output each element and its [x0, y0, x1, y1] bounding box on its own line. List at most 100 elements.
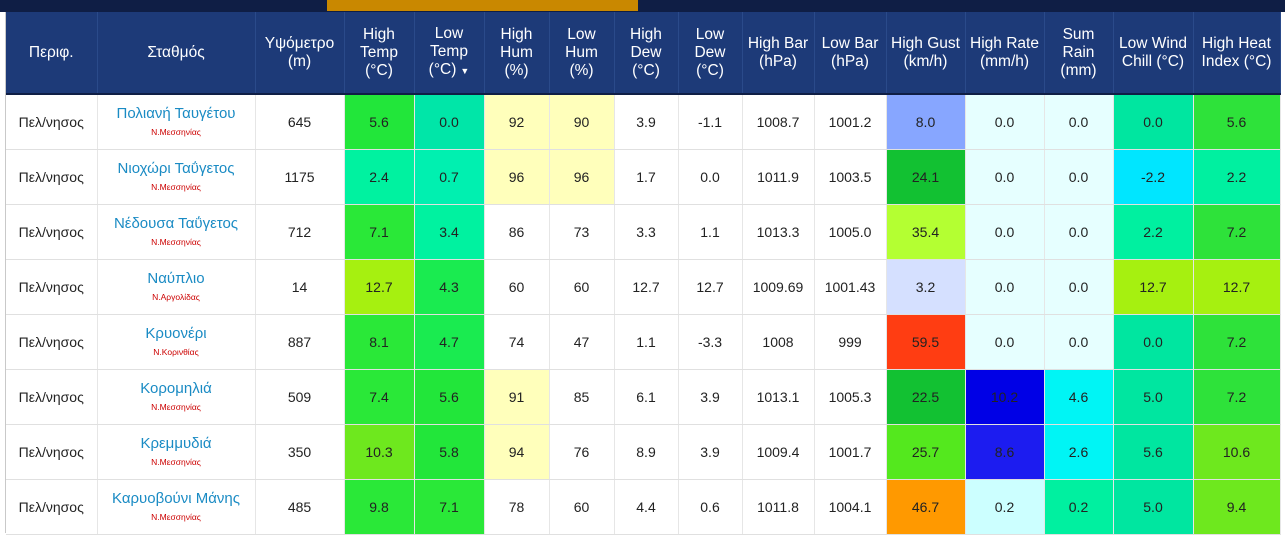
- column-header-higust[interactable]: High Gust (km/h): [886, 12, 966, 95]
- value-cell-hirate: 0.0: [965, 314, 1045, 370]
- column-header-alt[interactable]: Υψόμετρο (m): [255, 12, 345, 95]
- value-cell-hihum: 60: [484, 259, 550, 315]
- value-cell-lobar: 1001.2: [814, 94, 887, 150]
- table-row: Πελ/νησος Καρυοβούνι Μάνης Ν.Μεσσηνίας 485 9…: [6, 479, 1281, 535]
- value-cell-hitemp: 12.7: [344, 259, 415, 315]
- station-cell: Πολιανή Ταυγέτου Ν.Μεσσηνίας: [97, 94, 256, 150]
- station-link[interactable]: Ναύπλιο: [98, 270, 255, 288]
- value-cell-hidew: 6.1: [614, 369, 679, 425]
- column-header-label: High Dew (°C): [630, 25, 662, 79]
- value-cell-lohum: 73: [549, 204, 615, 260]
- column-header-region[interactable]: Περιφ.: [6, 12, 98, 95]
- station-link[interactable]: Κορομηλιά: [98, 380, 255, 398]
- column-header-label: Low Dew (°C): [694, 25, 726, 79]
- column-header-label: Low Wind Chill (°C): [1118, 34, 1188, 70]
- station-cell: Νέδουσα Ταΰγετος Ν.Μεσσηνίας: [97, 204, 256, 260]
- value-cell-hibar: 1008: [742, 314, 815, 370]
- value-cell-sumrain: 0.2: [1044, 479, 1114, 535]
- value-cell-hibar: 1013.3: [742, 204, 815, 260]
- column-header-hihum[interactable]: High Hum (%): [484, 12, 550, 95]
- value-cell-higust: 35.4: [886, 204, 966, 260]
- column-header-label: High Heat Index (°C): [1201, 34, 1272, 70]
- value-cell-hiheat: 7.2: [1193, 204, 1281, 260]
- prefecture-label: Ν.Μεσσηνίας: [151, 182, 201, 192]
- station-link[interactable]: Κρυονέρι: [98, 325, 255, 343]
- value-cell-sumrain: 2.6: [1044, 424, 1114, 480]
- value-cell-hitemp: 8.1: [344, 314, 415, 370]
- value-cell-lotemp: 5.8: [414, 424, 485, 480]
- value-cell-sumrain: 0.0: [1044, 259, 1114, 315]
- value-cell-lowind: 5.6: [1113, 424, 1194, 480]
- column-header-label: High Temp (°C): [360, 25, 398, 79]
- station-link[interactable]: Πολιανή Ταυγέτου: [98, 105, 255, 123]
- region-cell: Πελ/νησος: [6, 369, 98, 425]
- value-cell-sumrain: 4.6: [1044, 369, 1114, 425]
- station-cell: Ναύπλιο Ν.Αργολίδας: [97, 259, 256, 315]
- value-cell-hidew: 8.9: [614, 424, 679, 480]
- altitude-cell: 485: [255, 479, 345, 535]
- value-cell-lotemp: 0.0: [414, 94, 485, 150]
- station-link[interactable]: Νέδουσα Ταΰγετος: [98, 215, 255, 233]
- station-cell: Κρυονέρι Ν.Κορινθίας: [97, 314, 256, 370]
- station-link[interactable]: Νιοχώρι Ταΰγετος: [98, 160, 255, 178]
- value-cell-hirate: 8.6: [965, 424, 1045, 480]
- top-navbar: [0, 0, 1285, 12]
- altitude-cell: 509: [255, 369, 345, 425]
- weather-table-container: Περιφ. Σταθμός Υψόμετρο (m) High Temp (°C) L…: [5, 12, 1281, 535]
- value-cell-hitemp: 7.1: [344, 204, 415, 260]
- column-header-label: Sum Rain (mm): [1060, 25, 1097, 79]
- value-cell-lodew: 12.7: [678, 259, 743, 315]
- value-cell-higust: 46.7: [886, 479, 966, 535]
- value-cell-hiheat: 10.6: [1193, 424, 1281, 480]
- station-link[interactable]: Καρυοβούνι Μάνης: [98, 490, 255, 508]
- region-cell: Πελ/νησος: [6, 94, 98, 150]
- column-header-hibar[interactable]: High Bar (hPa): [742, 12, 815, 95]
- prefecture-label: Ν.Κορινθίας: [153, 347, 199, 357]
- column-header-label: Υψόμετρο (m): [264, 34, 335, 70]
- column-header-label: Low Bar (hPa): [821, 34, 879, 70]
- table-header-row: Περιφ. Σταθμός Υψόμετρο (m) High Temp (°C) L…: [6, 12, 1281, 95]
- column-header-label: High Bar (hPa): [747, 34, 809, 70]
- value-cell-hiheat: 7.2: [1193, 369, 1281, 425]
- value-cell-lotemp: 3.4: [414, 204, 485, 260]
- value-cell-lohum: 90: [549, 94, 615, 150]
- value-cell-hiheat: 5.6: [1193, 94, 1281, 150]
- station-link[interactable]: Κρεμμυδιά: [98, 435, 255, 453]
- sort-desc-icon[interactable]: ▼: [460, 66, 469, 76]
- column-header-hidew[interactable]: High Dew (°C): [614, 12, 679, 95]
- column-header-sumrain[interactable]: Sum Rain (mm): [1044, 12, 1114, 95]
- value-cell-lotemp: 7.1: [414, 479, 485, 535]
- active-tab-indicator[interactable]: [327, 0, 638, 11]
- column-header-label: High Hum (%): [500, 25, 533, 79]
- column-header-hiheat[interactable]: High Heat Index (°C): [1193, 12, 1281, 95]
- value-cell-lodew: 0.6: [678, 479, 743, 535]
- value-cell-hitemp: 9.8: [344, 479, 415, 535]
- column-header-lowind[interactable]: Low Wind Chill (°C): [1113, 12, 1194, 95]
- value-cell-hitemp: 10.3: [344, 424, 415, 480]
- value-cell-higust: 25.7: [886, 424, 966, 480]
- value-cell-hihum: 91: [484, 369, 550, 425]
- value-cell-lowind: 2.2: [1113, 204, 1194, 260]
- column-header-label: Σταθμός: [147, 43, 205, 61]
- value-cell-hibar: 1008.7: [742, 94, 815, 150]
- value-cell-lobar: 1001.43: [814, 259, 887, 315]
- column-header-lohum[interactable]: Low Hum (%): [549, 12, 615, 95]
- value-cell-lowind: 5.0: [1113, 369, 1194, 425]
- value-cell-lodew: 3.9: [678, 369, 743, 425]
- station-cell: Κρεμμυδιά Ν.Μεσσηνίας: [97, 424, 256, 480]
- prefecture-label: Ν.Μεσσηνίας: [151, 237, 201, 247]
- prefecture-label: Ν.Αργολίδας: [152, 292, 200, 302]
- region-cell: Πελ/νησος: [6, 204, 98, 260]
- column-header-lotemp[interactable]: Low Temp (°C) ▼: [414, 12, 485, 95]
- value-cell-lobar: 1005.3: [814, 369, 887, 425]
- column-header-hitemp[interactable]: High Temp (°C): [344, 12, 415, 95]
- value-cell-lowind: 0.0: [1113, 314, 1194, 370]
- value-cell-lowind: 5.0: [1113, 479, 1194, 535]
- table-row: Πελ/νησος Νιοχώρι Ταΰγετος Ν.Μεσσηνίας 1175…: [6, 149, 1281, 205]
- value-cell-hirate: 0.0: [965, 94, 1045, 150]
- column-header-station[interactable]: Σταθμός: [97, 12, 256, 95]
- column-header-lodew[interactable]: Low Dew (°C): [678, 12, 743, 95]
- column-header-lobar[interactable]: Low Bar (hPa): [814, 12, 887, 95]
- station-cell: Νιοχώρι Ταΰγετος Ν.Μεσσηνίας: [97, 149, 256, 205]
- column-header-hirate[interactable]: High Rate (mm/h): [965, 12, 1045, 95]
